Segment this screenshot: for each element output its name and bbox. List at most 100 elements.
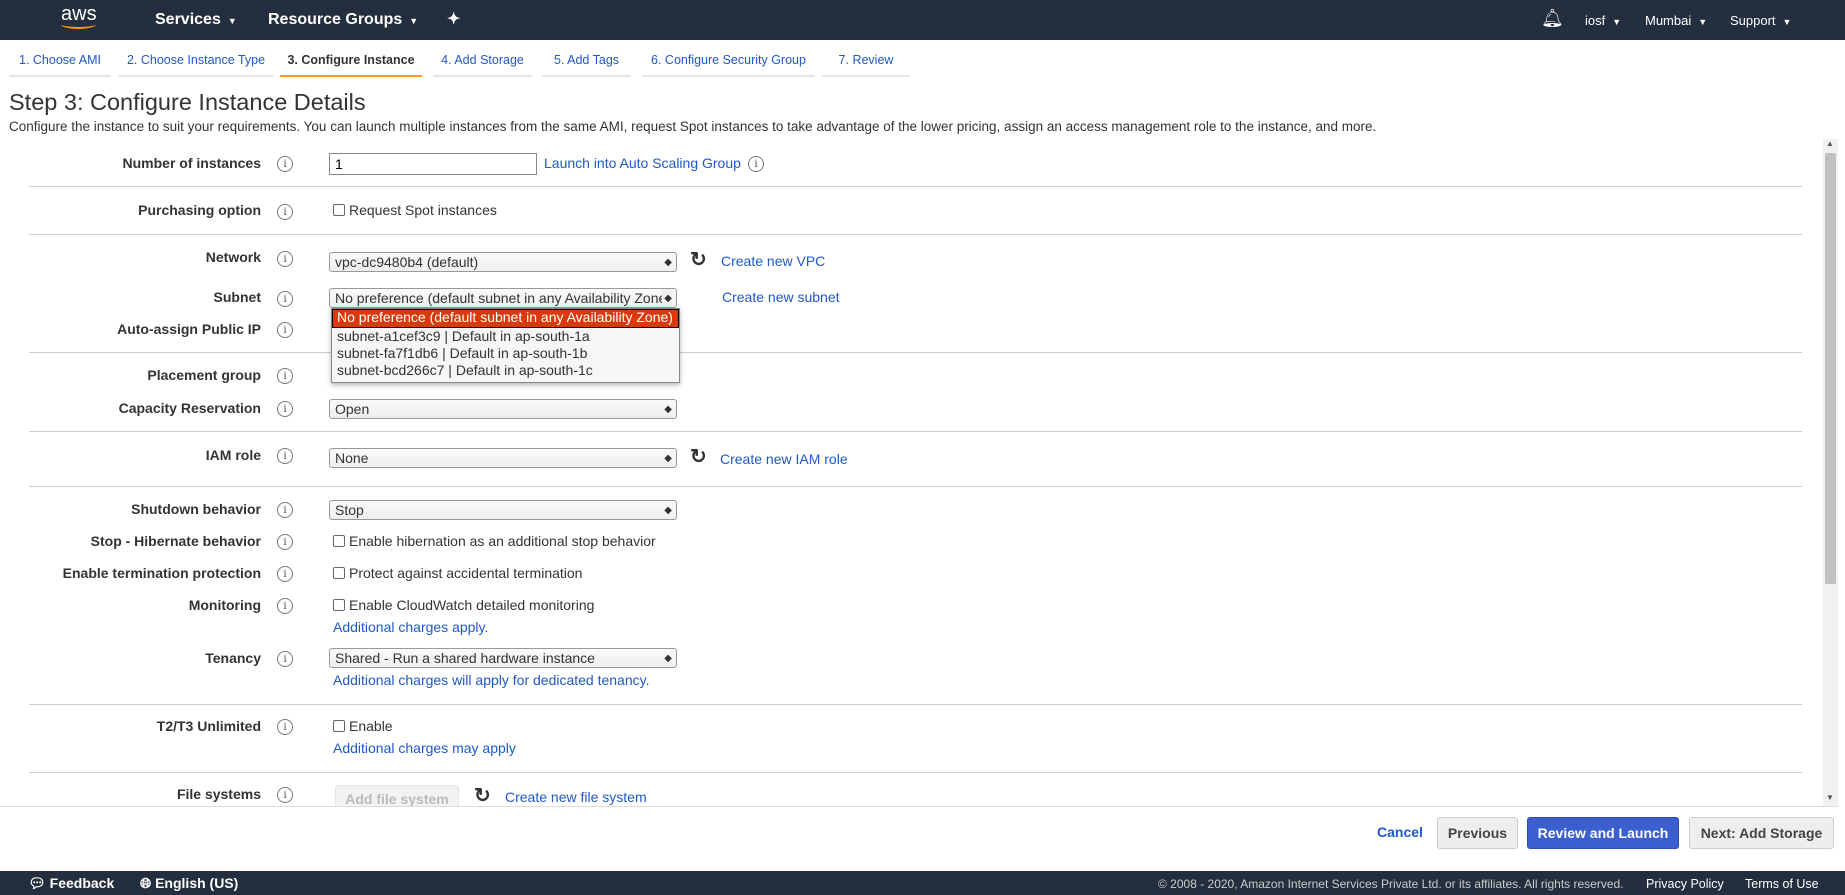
hibernate-checkbox-label: Enable hibernation as an additional stop… [349, 533, 656, 549]
user-menu[interactable]: iosf ▼ [1585, 13, 1621, 28]
subnet-option[interactable]: subnet-fa7f1db6 | Default in ap-south-1b [332, 345, 679, 362]
support-menu[interactable]: Support ▼ [1730, 13, 1791, 28]
tab-configure-security-group[interactable]: 6. Configure Security Group [642, 47, 815, 77]
next-add-storage-button[interactable]: Next: Add Storage [1689, 817, 1834, 849]
page-title: Step 3: Configure Instance Details [9, 89, 366, 115]
aws-logo[interactable]: aws [61, 3, 97, 29]
create-vpc-link[interactable]: Create new VPC [721, 253, 825, 269]
monitoring-checkbox-label: Enable CloudWatch detailed monitoring [349, 597, 595, 613]
info-icon[interactable]: i [277, 502, 293, 518]
info-icon[interactable]: i [277, 251, 293, 267]
tab-configure-instance[interactable]: 3. Configure Instance [280, 47, 422, 77]
tenancy-value: Shared - Run a shared hardware instance [335, 650, 595, 666]
copyright: © 2008 - 2020, Amazon Internet Services … [1158, 877, 1624, 891]
tenancy-charges-link[interactable]: Additional charges will apply for dedica… [333, 672, 649, 688]
scrollbar[interactable]: ▲ ▼ [1823, 139, 1838, 806]
privacy-policy-link[interactable]: Privacy Policy [1646, 877, 1724, 891]
termination-checkbox[interactable] [333, 567, 345, 579]
unlimited-charges-link[interactable]: Additional charges may apply [333, 740, 516, 756]
subnet-option[interactable]: subnet-bcd266c7 | Default in ap-south-1c [332, 362, 679, 379]
info-icon[interactable]: i [277, 566, 293, 582]
num-instances-label: Number of instances [122, 155, 261, 171]
spot-checkbox[interactable] [333, 204, 345, 216]
capacity-select[interactable]: Open ◆ [329, 399, 677, 419]
info-icon[interactable]: i [748, 156, 764, 172]
globe-icon: 🌐︎ [140, 875, 152, 891]
info-icon[interactable]: i [277, 534, 293, 550]
info-icon[interactable]: i [277, 204, 293, 220]
refresh-icon[interactable]: ↻ [474, 783, 491, 806]
num-instances-input[interactable] [329, 153, 537, 175]
info-icon[interactable]: i [277, 719, 293, 735]
select-arrows-icon: ◆ [664, 653, 672, 664]
review-and-launch-button[interactable]: Review and Launch [1527, 817, 1679, 849]
termination-label: Enable termination protection [62, 565, 261, 581]
bell-icon[interactable]: 🔔︎ [1541, 8, 1564, 29]
info-icon[interactable]: i [277, 787, 293, 803]
tab-add-storage[interactable]: 4. Add Storage [433, 47, 532, 77]
info-icon[interactable]: i [277, 291, 293, 307]
select-arrows-icon: ◆ [662, 289, 672, 307]
info-icon[interactable]: i [277, 598, 293, 614]
info-icon[interactable]: i [277, 401, 293, 417]
language-selector[interactable]: 🌐︎ English (US) [140, 875, 238, 892]
termination-checkbox-label: Protect against accidental termination [349, 565, 583, 581]
auto-scaling-link[interactable]: Launch into Auto Scaling Group [544, 155, 741, 171]
page-description: Configure the instance to suit your requ… [9, 119, 1377, 134]
create-iam-role-link[interactable]: Create new IAM role [720, 451, 848, 467]
tab-review[interactable]: 7. Review [822, 47, 910, 77]
add-file-system-button[interactable]: Add file system [335, 785, 459, 806]
unlimited-checkbox[interactable] [333, 720, 345, 732]
info-icon[interactable]: i [277, 651, 293, 667]
info-icon[interactable]: i [277, 448, 293, 464]
capacity-label: Capacity Reservation [118, 400, 261, 416]
placement-label: Placement group [147, 367, 261, 383]
tenancy-select[interactable]: Shared - Run a shared hardware instance ◆ [329, 648, 677, 668]
chevron-down-icon: ▼ [409, 16, 419, 26]
divider [29, 431, 1802, 432]
select-arrows-icon: ◆ [664, 257, 672, 268]
info-icon[interactable]: i [277, 322, 293, 338]
subnet-option-selected[interactable]: No preference (default subnet in any Ava… [332, 309, 679, 328]
tab-choose-instance-type[interactable]: 2. Choose Instance Type [119, 47, 273, 77]
subnet-option[interactable]: subnet-a1cef3c9 | Default in ap-south-1a [332, 328, 679, 345]
resource-groups-menu[interactable]: Resource Groups ▼ [268, 11, 418, 29]
create-file-system-link[interactable]: Create new file system [505, 789, 647, 805]
terms-of-use-link[interactable]: Terms of Use [1745, 877, 1819, 891]
iam-select[interactable]: None ◆ [329, 448, 677, 468]
chevron-down-icon: ▼ [1612, 17, 1622, 27]
tab-add-tags[interactable]: 5. Add Tags [542, 47, 631, 77]
region-menu[interactable]: Mumbai ▼ [1645, 13, 1707, 28]
cancel-link[interactable]: Cancel [1377, 824, 1423, 840]
purchasing-label: Purchasing option [138, 202, 261, 218]
services-menu[interactable]: Services ▼ [155, 11, 237, 29]
subnet-dropdown: No preference (default subnet in any Ava… [331, 308, 680, 383]
shutdown-select[interactable]: Stop ◆ [329, 500, 677, 520]
scroll-up-icon[interactable]: ▲ [1826, 139, 1834, 148]
speech-bubble-icon: 💬︎ [28, 875, 46, 891]
form: Number of instances i Launch into Auto S… [0, 139, 1838, 806]
refresh-icon[interactable]: ↻ [690, 444, 707, 469]
pin-icon[interactable]: ✦ [447, 9, 460, 29]
create-subnet-link[interactable]: Create new subnet [722, 289, 840, 305]
subnet-value: No preference (default subnet in any Ava… [335, 290, 671, 306]
iam-label: IAM role [205, 447, 261, 463]
scrollbar-thumb[interactable] [1825, 153, 1836, 584]
feedback-button[interactable]: 💬︎ Feedback [28, 875, 114, 892]
footer: 💬︎ Feedback 🌐︎ English (US) © 2008 - 202… [0, 871, 1845, 895]
monitoring-label: Monitoring [188, 597, 261, 613]
subnet-select[interactable]: No preference (default subnet in any Ava… [329, 288, 677, 308]
tab-choose-ami[interactable]: 1. Choose AMI [9, 47, 111, 77]
monitoring-charges-link[interactable]: Additional charges apply. [333, 619, 488, 635]
previous-button[interactable]: Previous [1437, 817, 1518, 849]
shutdown-value: Stop [335, 502, 364, 518]
refresh-icon[interactable]: ↻ [690, 247, 707, 272]
info-icon[interactable]: i [277, 368, 293, 384]
info-icon[interactable]: i [277, 156, 293, 172]
network-select[interactable]: vpc-dc9480b4 (default) ◆ [329, 252, 677, 272]
monitoring-checkbox[interactable] [333, 599, 345, 611]
hibernate-checkbox[interactable] [333, 535, 345, 547]
capacity-value: Open [335, 401, 370, 417]
support-label: Support [1730, 13, 1776, 28]
scroll-down-icon[interactable]: ▼ [1826, 793, 1834, 802]
